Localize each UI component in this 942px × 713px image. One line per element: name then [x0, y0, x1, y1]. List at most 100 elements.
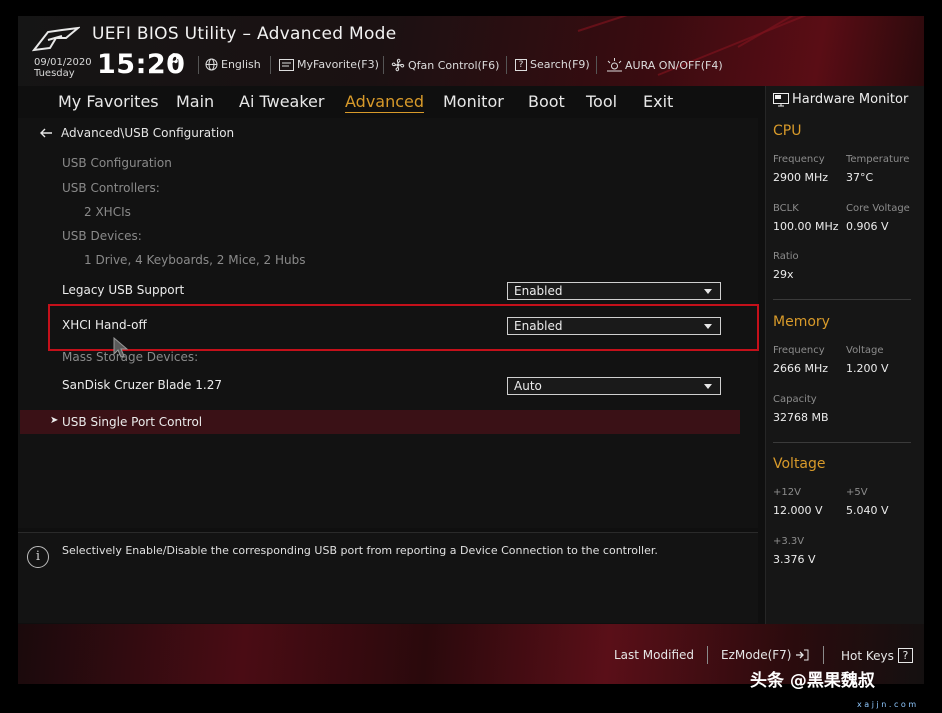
language-label: English: [221, 58, 261, 71]
tab-ai-tweaker[interactable]: Ai Tweaker: [239, 92, 324, 111]
search-button[interactable]: ? Search(F9): [515, 58, 590, 71]
divider: [707, 646, 708, 664]
ezmode-button[interactable]: EzMode(F7): [721, 648, 809, 662]
hardware-monitor-title: Hardware Monitor: [773, 92, 908, 107]
hardware-monitor-panel: Hardware Monitor CPU Frequency 2900 MHz …: [765, 86, 924, 624]
info-icon: i: [27, 546, 49, 568]
gear-icon[interactable]: ✿: [168, 51, 180, 67]
hardware-monitor-label: Hardware Monitor: [792, 92, 909, 107]
weekday-text: Tuesday: [34, 68, 75, 79]
qfan-button[interactable]: Qfan Control(F6): [391, 58, 499, 72]
core-voltage-label: Core Voltage: [846, 203, 910, 214]
chevron-down-icon: [704, 384, 712, 389]
legacy-usb-support-value: Enabled: [514, 284, 563, 298]
aura-light-icon: [607, 58, 622, 72]
v5-value: 5.040 V: [846, 504, 889, 517]
v33-label: +3.3V: [773, 536, 805, 547]
monitor-icon: [773, 92, 789, 106]
voltage-section-title: Voltage: [773, 456, 826, 472]
tab-main[interactable]: Main: [176, 92, 214, 111]
tab-boot[interactable]: Boot: [528, 92, 565, 111]
ratio-label: Ratio: [773, 251, 799, 262]
date-text: 09/01/2020: [34, 57, 92, 68]
aura-button[interactable]: AURA ON/OFF(F4): [607, 58, 723, 72]
divider: [773, 442, 911, 443]
submenu-arrow-icon: ➤: [50, 415, 59, 426]
memory-capacity-value: 32768 MB: [773, 411, 829, 424]
bclk-value: 100.00 MHz: [773, 220, 839, 233]
mouse-cursor-icon: [113, 337, 129, 358]
cpu-temperature-value: 37°C: [846, 171, 874, 184]
search-label: Search(F9): [530, 58, 590, 71]
app-title: UEFI BIOS Utility – Advanced Mode: [92, 24, 397, 44]
usb-controllers-label: USB Controllers:: [62, 181, 160, 195]
usb-single-port-control-item[interactable]: ➤ USB Single Port Control: [20, 410, 740, 434]
memory-capacity-label: Capacity: [773, 394, 817, 405]
memory-voltage-label: Voltage: [846, 345, 884, 356]
usb-devices-value: 1 Drive, 4 Keyboards, 2 Mice, 2 Hubs: [84, 253, 306, 267]
v12-label: +12V: [773, 487, 801, 498]
tab-exit[interactable]: Exit: [643, 92, 673, 111]
legacy-usb-support-dropdown[interactable]: Enabled: [507, 282, 721, 300]
sandisk-device-label: SanDisk Cruzer Blade 1.27: [62, 378, 222, 392]
sandisk-mode-dropdown[interactable]: Auto: [507, 377, 721, 395]
cpu-temperature-label: Temperature: [846, 154, 910, 165]
highlight-box: [48, 304, 759, 351]
breadcrumb[interactable]: Advanced\USB Configuration: [40, 126, 234, 140]
watermark-site: x a j j n . c o m: [857, 700, 917, 709]
v5-label: +5V: [846, 487, 868, 498]
myfavorite-label: MyFavorite(F3): [297, 58, 379, 71]
bclk-label: BCLK: [773, 203, 799, 214]
usb-configuration-heading: USB Configuration: [62, 156, 172, 170]
main-nav: My Favorites Main Ai Tweaker Advanced Mo…: [18, 86, 758, 118]
header: UEFI BIOS Utility – Advanced Mode 09/01/…: [18, 16, 924, 86]
rog-logo-icon: [32, 26, 80, 52]
question-icon: ?: [897, 648, 913, 663]
divider: [506, 56, 507, 74]
divider: [596, 56, 597, 74]
chevron-down-icon: [704, 289, 712, 294]
divider: [773, 299, 911, 300]
memory-section-title: Memory: [773, 314, 830, 330]
date-display: 09/01/2020 Tuesday: [34, 57, 92, 79]
divider: [270, 56, 271, 74]
language-button[interactable]: English: [205, 58, 261, 71]
memory-voltage-value: 1.200 V: [846, 362, 889, 375]
divider: [383, 56, 384, 74]
divider: [823, 646, 824, 664]
last-modified-button[interactable]: Last Modified: [614, 648, 694, 662]
myfavorite-button[interactable]: MyFavorite(F3): [279, 58, 379, 71]
breadcrumb-text: Advanced\USB Configuration: [61, 126, 235, 140]
tab-tool[interactable]: Tool: [586, 92, 617, 111]
usb-single-port-control-label: USB Single Port Control: [62, 415, 203, 429]
v12-value: 12.000 V: [773, 504, 823, 517]
help-panel: i Selectively Enable/Disable the corresp…: [18, 532, 758, 623]
v33-value: 3.376 V: [773, 553, 816, 566]
cpu-frequency-value: 2900 MHz: [773, 171, 829, 184]
help-text: Selectively Enable/Disable the correspon…: [62, 544, 658, 557]
fan-icon: [391, 58, 405, 72]
divider: [198, 56, 199, 74]
qfan-label: Qfan Control(F6): [408, 58, 500, 72]
cpu-frequency-label: Frequency: [773, 154, 825, 165]
usb-devices-label: USB Devices:: [62, 229, 142, 243]
globe-icon: [205, 58, 218, 71]
exit-arrow-icon: [796, 649, 809, 661]
memory-frequency-value: 2666 MHz: [773, 362, 829, 375]
ratio-value: 29x: [773, 268, 794, 281]
help-search-icon: ?: [515, 58, 527, 71]
tab-monitor[interactable]: Monitor: [443, 92, 504, 111]
tab-advanced[interactable]: Advanced: [345, 92, 425, 113]
aura-label: AURA ON/OFF(F4): [625, 58, 723, 72]
usb-controllers-value: 2 XHCIs: [84, 205, 131, 219]
memory-frequency-label: Frequency: [773, 345, 825, 356]
decor-streak: [737, 16, 912, 48]
favorite-icon: [279, 58, 294, 71]
core-voltage-value: 0.906 V: [846, 220, 889, 233]
settings-panel: Advanced\USB Configuration USB Configura…: [18, 118, 759, 528]
sandisk-mode-value: Auto: [514, 379, 542, 393]
hotkeys-button[interactable]: Hot Keys ?: [841, 648, 913, 663]
cpu-section-title: CPU: [773, 123, 802, 139]
tab-my-favorites[interactable]: My Favorites: [58, 92, 159, 111]
back-arrow-icon[interactable]: [40, 128, 53, 138]
